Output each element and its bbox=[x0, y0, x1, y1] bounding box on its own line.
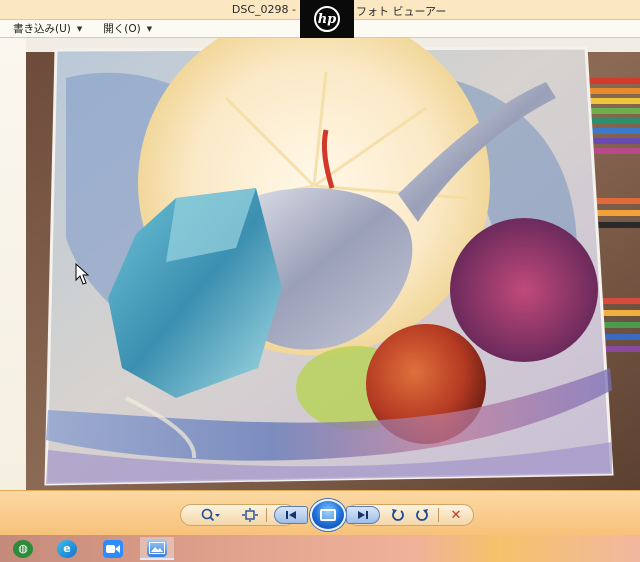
delete-x-icon[interactable]: ✕ bbox=[446, 506, 466, 524]
window-title-filename: DSC_0298 - bbox=[231, 3, 296, 16]
still-life-drawing-image bbox=[26, 38, 640, 490]
toolbar-divider bbox=[438, 508, 439, 522]
menu-open[interactable]: 開く(O) ▼ bbox=[90, 20, 160, 38]
menu-burn-label: 書き込み(U) bbox=[13, 23, 71, 35]
image-viewport[interactable] bbox=[0, 38, 640, 490]
hp-logo-overlay: hp bbox=[300, 0, 354, 38]
taskbar-app-edge[interactable]: e bbox=[50, 537, 84, 560]
skip-next-icon[interactable] bbox=[346, 506, 380, 524]
edge-icon: e bbox=[57, 539, 77, 558]
menu-burn[interactable]: 書き込み(U) ▼ bbox=[0, 20, 90, 38]
photo-viewer-icon bbox=[147, 538, 167, 557]
windows-taskbar: ◍ e bbox=[0, 535, 640, 562]
slideshow-screen-glyph bbox=[320, 509, 336, 521]
menu-open-label: 開く(O) bbox=[103, 23, 141, 35]
actual-size-icon[interactable] bbox=[240, 506, 260, 524]
chevron-down-icon: ▼ bbox=[146, 24, 153, 33]
viewer-margin bbox=[0, 38, 26, 490]
slideshow-icon[interactable] bbox=[310, 499, 346, 531]
rotate-clockwise-icon[interactable] bbox=[412, 506, 432, 524]
globe-app-icon: ◍ bbox=[13, 539, 33, 558]
taskbar-app-photo-viewer[interactable] bbox=[140, 537, 174, 560]
skip-previous-icon[interactable] bbox=[274, 506, 308, 524]
window-title-app: フォト ビューアー bbox=[356, 5, 447, 18]
taskbar-app-zoom[interactable] bbox=[96, 537, 130, 560]
taskbar-app-globe[interactable]: ◍ bbox=[6, 537, 40, 560]
rotate-counterclockwise-icon[interactable] bbox=[388, 506, 408, 524]
zoom-icon bbox=[103, 539, 123, 558]
chevron-down-icon: ▼ bbox=[76, 24, 83, 33]
displayed-photo bbox=[26, 38, 640, 490]
magnifier-icon[interactable] bbox=[198, 506, 224, 524]
toolbar-divider bbox=[266, 508, 267, 522]
viewer-toolbar: ✕ bbox=[0, 490, 640, 535]
hp-logo-icon: hp bbox=[314, 6, 340, 32]
